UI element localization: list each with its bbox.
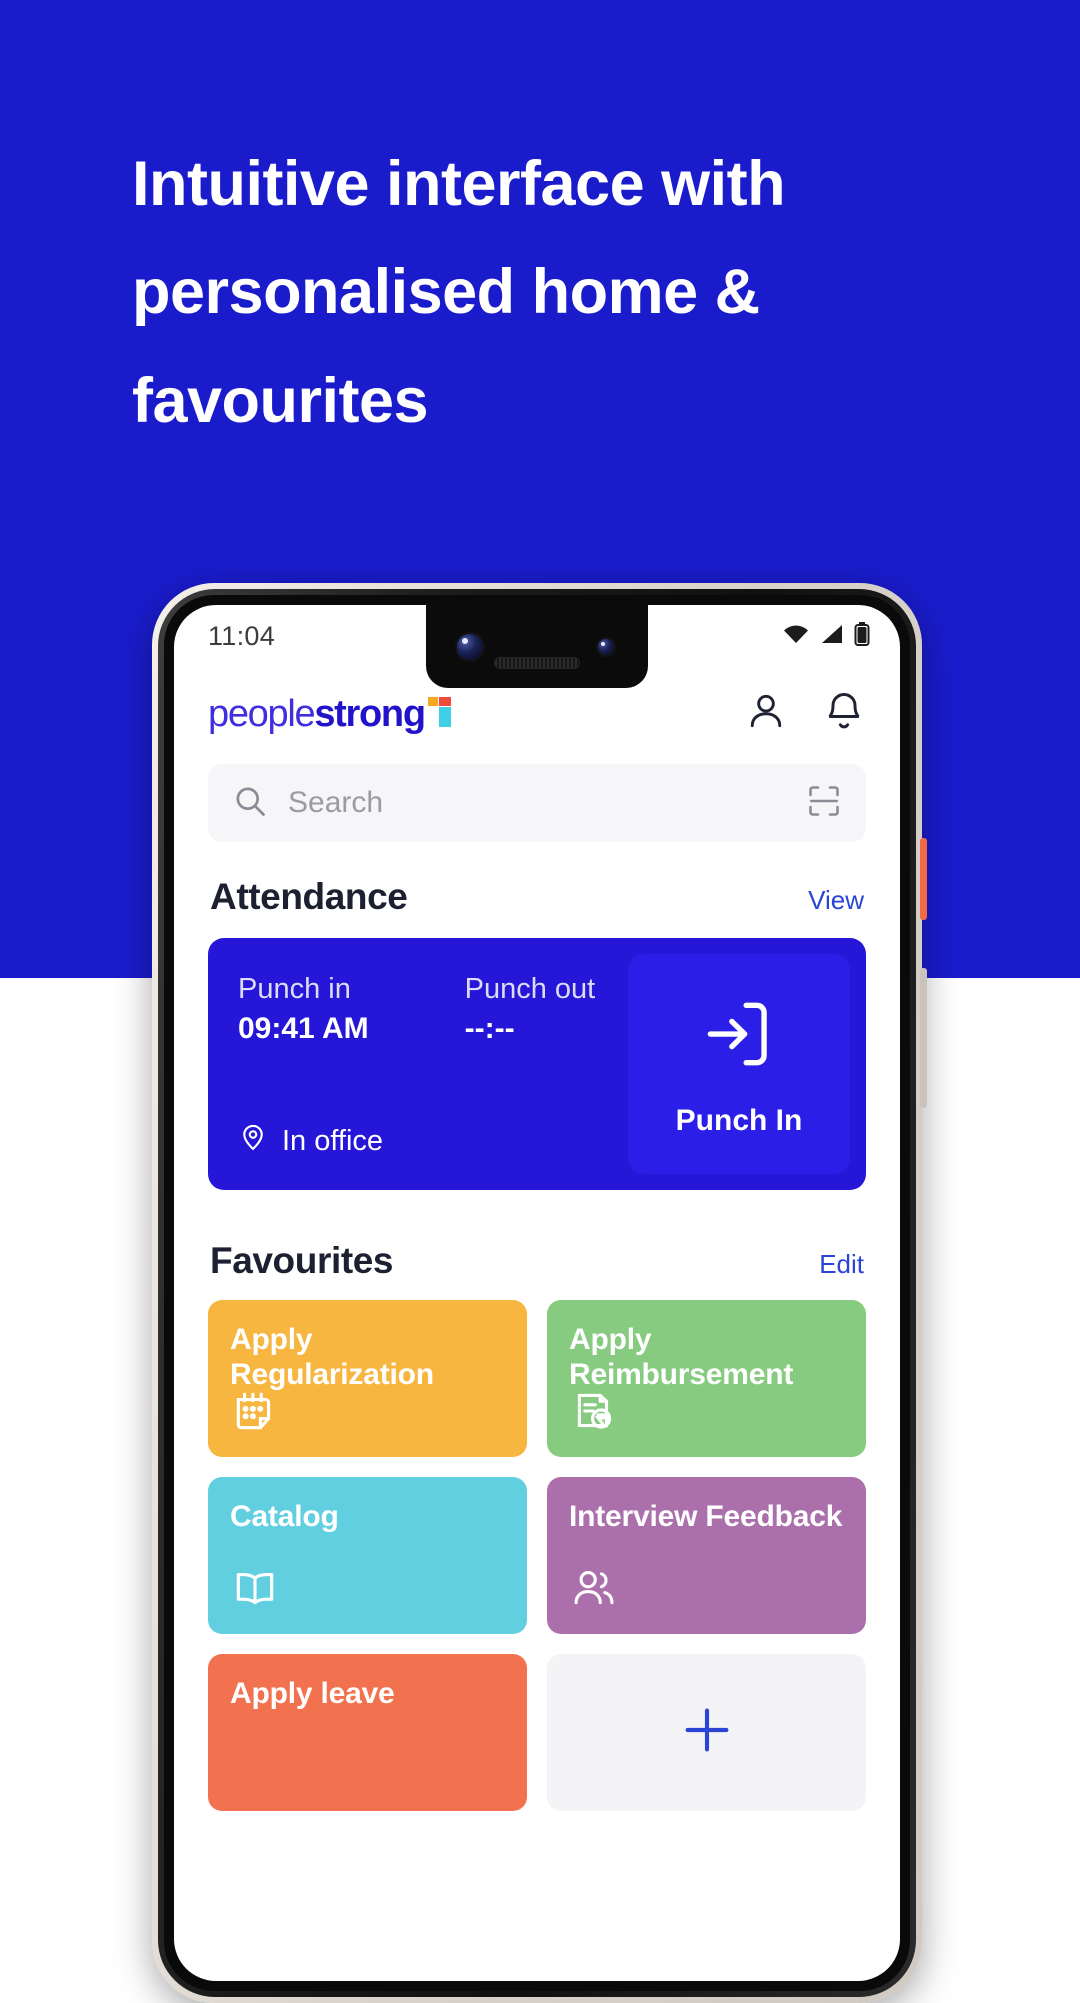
- book-icon: [230, 1563, 280, 1618]
- favourites-section-header: Favourites Edit: [174, 1190, 900, 1282]
- punch-card: Punch in 09:41 AM Punch out --:-- In off…: [208, 938, 866, 1190]
- favourite-tile-apply-reimbursement[interactable]: Apply Reimbursement: [547, 1300, 866, 1457]
- header-icon-group: [744, 689, 866, 738]
- people-icon: [569, 1563, 619, 1618]
- punch-in-button-label: Punch In: [675, 1103, 803, 1137]
- phone-screen: 11:04 peoplestrong Search Attendance Vie…: [174, 605, 900, 1981]
- punch-location: In office: [238, 1122, 383, 1160]
- favourite-tile-interview-feedback[interactable]: Interview Feedback: [547, 1477, 866, 1634]
- favourite-tile-catalog[interactable]: Catalog: [208, 1477, 527, 1634]
- punch-out-label: Punch out: [464, 973, 596, 1005]
- attendance-title: Attendance: [210, 876, 408, 917]
- tile-label: Interview Feedback: [569, 1500, 843, 1533]
- location-pin-icon: [238, 1122, 268, 1160]
- search-input[interactable]: Search: [288, 786, 383, 820]
- phone-mockup: 11:04 peoplestrong Search Attendance Vie…: [152, 583, 927, 2003]
- favourite-tile-apply-regularization[interactable]: Apply Regularization: [208, 1300, 527, 1457]
- favourites-edit-link[interactable]: Edit: [819, 1249, 864, 1280]
- search-section: Search: [174, 746, 900, 842]
- logo-text-bold: strong: [314, 692, 426, 735]
- tile-label: Catalog: [230, 1500, 339, 1533]
- battery-icon: [854, 621, 870, 651]
- punch-in-value: 09:41 AM: [238, 1012, 369, 1046]
- bell-icon[interactable]: [822, 689, 866, 738]
- scan-icon[interactable]: [806, 783, 842, 824]
- attendance-section-header: Attendance View: [174, 842, 900, 918]
- logo-text-light: people: [208, 692, 316, 735]
- punch-in-arrow-icon: [696, 991, 782, 1082]
- favourites-section: Apply Regularization Apply Reimbursement: [174, 1282, 900, 1811]
- status-bar-time: 11:04: [208, 620, 276, 651]
- promo-headline: Intuitive interface with personalised ho…: [132, 149, 786, 436]
- power-button[interactable]: [920, 838, 927, 920]
- punch-in-block: Punch in 09:41 AM: [238, 970, 369, 1050]
- punch-out-block: Punch out --:--: [465, 970, 596, 1050]
- punch-in-button[interactable]: Punch In: [628, 954, 850, 1174]
- signal-icon: [820, 624, 844, 649]
- peoplestrong-logo: peoplestrong: [208, 695, 451, 733]
- punch-in-label: Punch in: [238, 973, 351, 1005]
- search-icon: [232, 783, 268, 824]
- favourite-tile-apply-leave[interactable]: Apply leave: [208, 1654, 527, 1811]
- tile-label: Apply leave: [230, 1677, 395, 1710]
- status-bar-icons: [782, 621, 870, 651]
- wifi-icon: [782, 624, 810, 649]
- favourites-grid: Apply Regularization Apply Reimbursement: [208, 1300, 866, 1811]
- tile-label: Apply Reimbursement: [569, 1323, 794, 1392]
- logo-mark-icon: [427, 696, 451, 727]
- tile-label: Apply Regularization: [230, 1323, 434, 1392]
- profile-icon[interactable]: [744, 689, 788, 738]
- volume-button[interactable]: [920, 968, 927, 1108]
- favourites-title: Favourites: [210, 1240, 394, 1281]
- plus-icon: [676, 1699, 738, 1766]
- attendance-card-wrap: Punch in 09:41 AM Punch out --:-- In off…: [174, 918, 900, 1190]
- calendar-edit-icon: [230, 1386, 280, 1441]
- search-bar[interactable]: Search: [208, 764, 866, 842]
- punch-location-label: In office: [282, 1124, 384, 1157]
- status-bar: 11:04: [174, 605, 900, 667]
- add-favourite-button[interactable]: [547, 1654, 866, 1811]
- attendance-view-link[interactable]: View: [808, 885, 864, 916]
- receipt-rupee-icon: [569, 1386, 619, 1441]
- punch-out-value: --:--: [464, 1012, 515, 1046]
